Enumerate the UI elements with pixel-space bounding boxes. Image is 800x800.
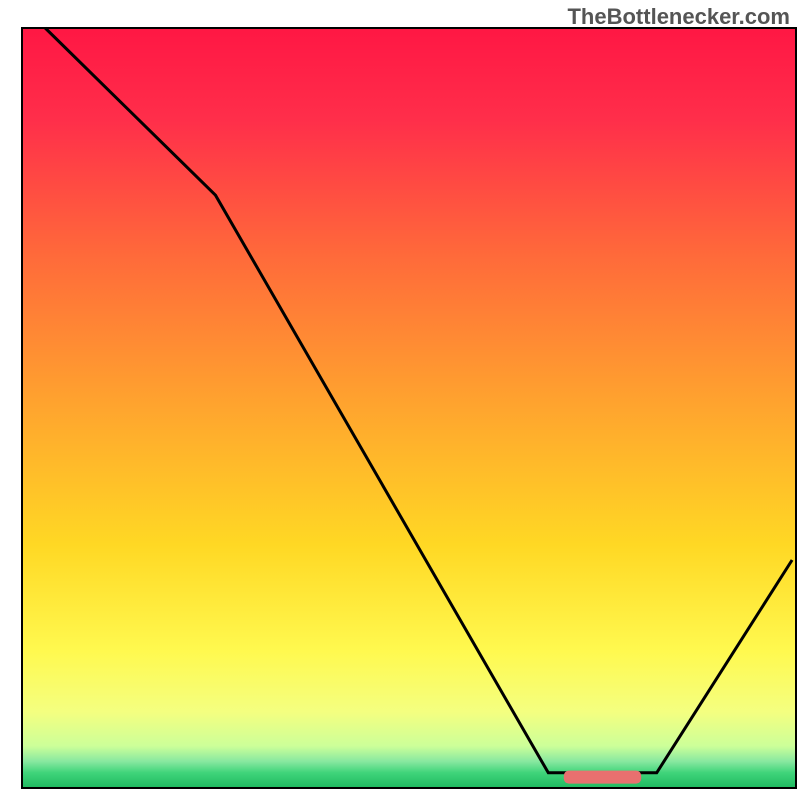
plot-background (22, 28, 796, 788)
chart-svg (0, 0, 800, 800)
optimal-marker (564, 771, 641, 784)
watermark-text: TheBottlenecker.com (567, 4, 790, 30)
bottleneck-chart: TheBottlenecker.com (0, 0, 800, 800)
